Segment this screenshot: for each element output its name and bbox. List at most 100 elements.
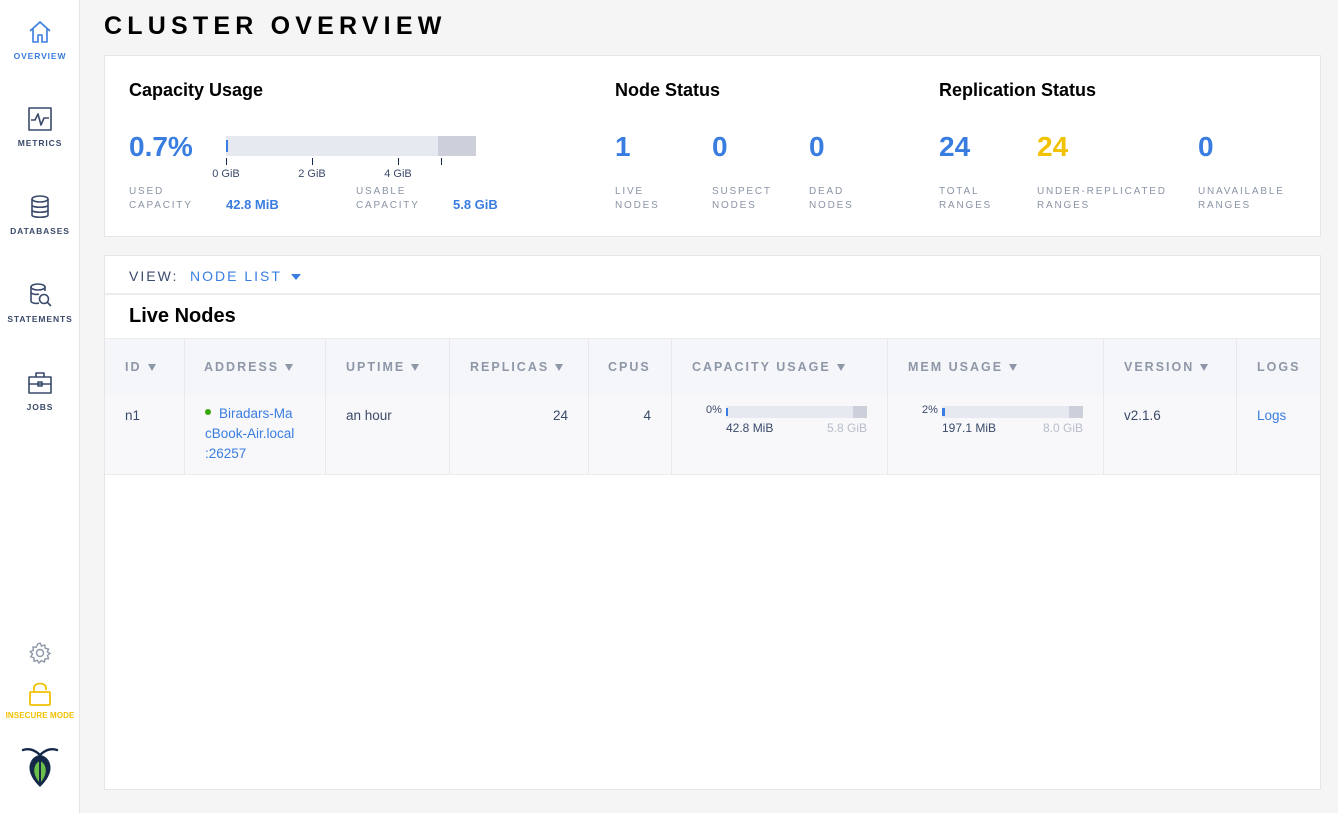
database-icon	[31, 195, 49, 219]
column-header-uptime[interactable]: UPTIME	[326, 339, 450, 396]
capacity-percent: 0.7%	[129, 131, 193, 162]
capacity-tick	[441, 158, 442, 165]
mem-mini-bar	[942, 406, 1083, 418]
capacity-tick	[312, 158, 313, 165]
sort-arrow-icon	[836, 364, 845, 372]
sort-arrow-icon	[285, 364, 294, 372]
nav-databases[interactable]: DATABASES	[0, 194, 80, 236]
nav-label-statements: STATEMENTS	[7, 314, 73, 324]
dead-nodes-label: DEAD NODES	[809, 186, 854, 211]
statements-icon	[30, 283, 52, 307]
node-address-line[interactable]: :26257	[205, 444, 325, 464]
node-uptime: an hour	[326, 395, 450, 475]
capacity-bar	[226, 136, 476, 156]
view-bar: VIEW: NODE LIST	[105, 256, 1320, 295]
sort-arrow-icon	[555, 364, 564, 372]
usable-capacity-value: 5.8 GiB	[453, 197, 498, 212]
used-capacity-value: 42.8 MiB	[226, 197, 279, 212]
column-header-replicas[interactable]: REPLICAS	[450, 339, 589, 396]
settings-button[interactable]	[0, 641, 80, 665]
capacity-percent-label: 0%	[706, 404, 722, 416]
total-ranges-label: TOTAL RANGES	[939, 186, 993, 211]
capacity-bar-reserved	[438, 136, 476, 156]
mem-total-label: 8.0 GiB	[1042, 421, 1083, 435]
nav-overview[interactable]: OVERVIEW	[0, 19, 80, 61]
nav-label-jobs: JOBS	[26, 402, 54, 412]
mem-mini-bar-used	[942, 408, 945, 416]
page-title: CLUSTER OVERVIEW	[104, 12, 447, 40]
nav-jobs[interactable]: JOBS	[0, 370, 80, 412]
live-status-dot	[205, 409, 211, 416]
node-capacity-usage: 0% 42.8 MiB 5.8 GiB	[672, 395, 888, 475]
total-ranges-count: 24	[939, 131, 971, 162]
mem-used-label: 197.1 MiB	[942, 421, 997, 435]
cluster-summary-card: Capacity Usage 0.7% 0 GiB 2 GiB 4 GiB US…	[104, 55, 1321, 237]
unavailable-ranges-count: 0	[1198, 131, 1214, 162]
suspect-nodes-label: SUSPECT NODES	[712, 186, 772, 211]
sort-arrow-icon	[1200, 364, 1209, 372]
nav-metrics[interactable]: METRICS	[0, 106, 80, 148]
column-header-version[interactable]: VERSION	[1104, 339, 1237, 396]
column-header-address[interactable]: ADDRESS	[185, 339, 326, 396]
view-label: VIEW:	[129, 268, 179, 284]
gear-icon	[29, 642, 52, 665]
column-header-id[interactable]: ID	[105, 339, 185, 396]
live-nodes-count: 1	[615, 131, 631, 162]
sidebar: OVERVIEW METRICS DATABASES STATEMENTS JO…	[0, 0, 80, 813]
nav-label-overview: OVERVIEW	[13, 51, 67, 61]
capacity-mini-bar	[726, 406, 867, 418]
nav-statements[interactable]: STATEMENTS	[0, 282, 80, 324]
insecure-mode-label: INSECURE MODE	[5, 711, 75, 720]
node-logs-cell: Logs	[1237, 395, 1322, 475]
table-header: ID ADDRESS UPTIME REPLICAS CPUS CAPACITY…	[105, 338, 1322, 396]
node-address-line[interactable]: Biradars-Ma	[219, 406, 293, 421]
capacity-bar-used	[226, 140, 228, 152]
used-capacity-label: USED CAPACITY	[129, 186, 193, 211]
column-header-cpus[interactable]: CPUS	[589, 339, 672, 396]
usable-capacity-label: USABLE CAPACITY	[356, 186, 420, 211]
node-cpus: 4	[589, 395, 672, 475]
unavailable-ranges-label: UNAVAILABLE RANGES	[1198, 186, 1285, 211]
capacity-mini-bar-reserved	[853, 406, 867, 418]
node-version: v2.1.6	[1104, 395, 1237, 475]
sort-arrow-icon	[147, 364, 156, 372]
capacity-usage-title: Capacity Usage	[129, 80, 264, 100]
briefcase-icon	[28, 372, 52, 394]
cockroach-logo	[0, 746, 80, 788]
nodes-card: VIEW: NODE LIST Live Nodes ID ADDRESS UP…	[104, 255, 1321, 790]
capacity-tick-label: 0 GiB	[212, 168, 240, 180]
column-header-logs[interactable]: LOGS	[1237, 339, 1322, 396]
logs-link[interactable]: Logs	[1257, 408, 1286, 423]
insecure-mode-indicator: INSECURE MODE	[0, 681, 80, 720]
column-header-mem-usage[interactable]: MEM USAGE	[888, 339, 1104, 396]
node-address-cell[interactable]: Biradars-Ma cBook-Air.local :26257	[185, 395, 326, 475]
lock-icon	[29, 682, 51, 706]
mem-mini-bar-reserved	[1069, 406, 1083, 418]
under-replicated-label: UNDER-REPLICATED RANGES	[1037, 186, 1167, 211]
nav-label-metrics: METRICS	[17, 138, 63, 148]
sort-arrow-icon	[411, 364, 420, 372]
mem-percent-label: 2%	[922, 404, 938, 416]
sort-arrow-icon	[1009, 364, 1018, 372]
home-icon	[29, 21, 51, 43]
live-nodes-title: Live Nodes	[129, 305, 236, 327]
under-replicated-count: 24	[1037, 131, 1069, 162]
node-replicas: 24	[450, 395, 589, 475]
live-nodes-label: LIVE NODES	[615, 186, 660, 211]
capacity-tick-label: 2 GiB	[298, 168, 326, 180]
capacity-tick-label: 4 GiB	[384, 168, 412, 180]
cockroach-logo-icon	[21, 748, 59, 787]
nav-label-databases: DATABASES	[10, 226, 70, 236]
capacity-mini-bar-used	[726, 408, 728, 416]
capacity-total-label: 5.8 GiB	[826, 421, 867, 435]
node-id: n1	[105, 395, 185, 475]
chevron-down-icon[interactable]	[291, 274, 301, 280]
capacity-used-label: 42.8 MiB	[726, 421, 774, 435]
view-dropdown[interactable]: NODE LIST	[190, 268, 282, 284]
capacity-tick	[398, 158, 399, 165]
node-mem-usage: 2% 197.1 MiB 8.0 GiB	[888, 395, 1104, 475]
suspect-nodes-count: 0	[712, 131, 728, 162]
node-address-line[interactable]: cBook-Air.local	[205, 424, 325, 444]
metrics-icon	[28, 107, 52, 131]
column-header-capacity-usage[interactable]: CAPACITY USAGE	[672, 339, 888, 396]
